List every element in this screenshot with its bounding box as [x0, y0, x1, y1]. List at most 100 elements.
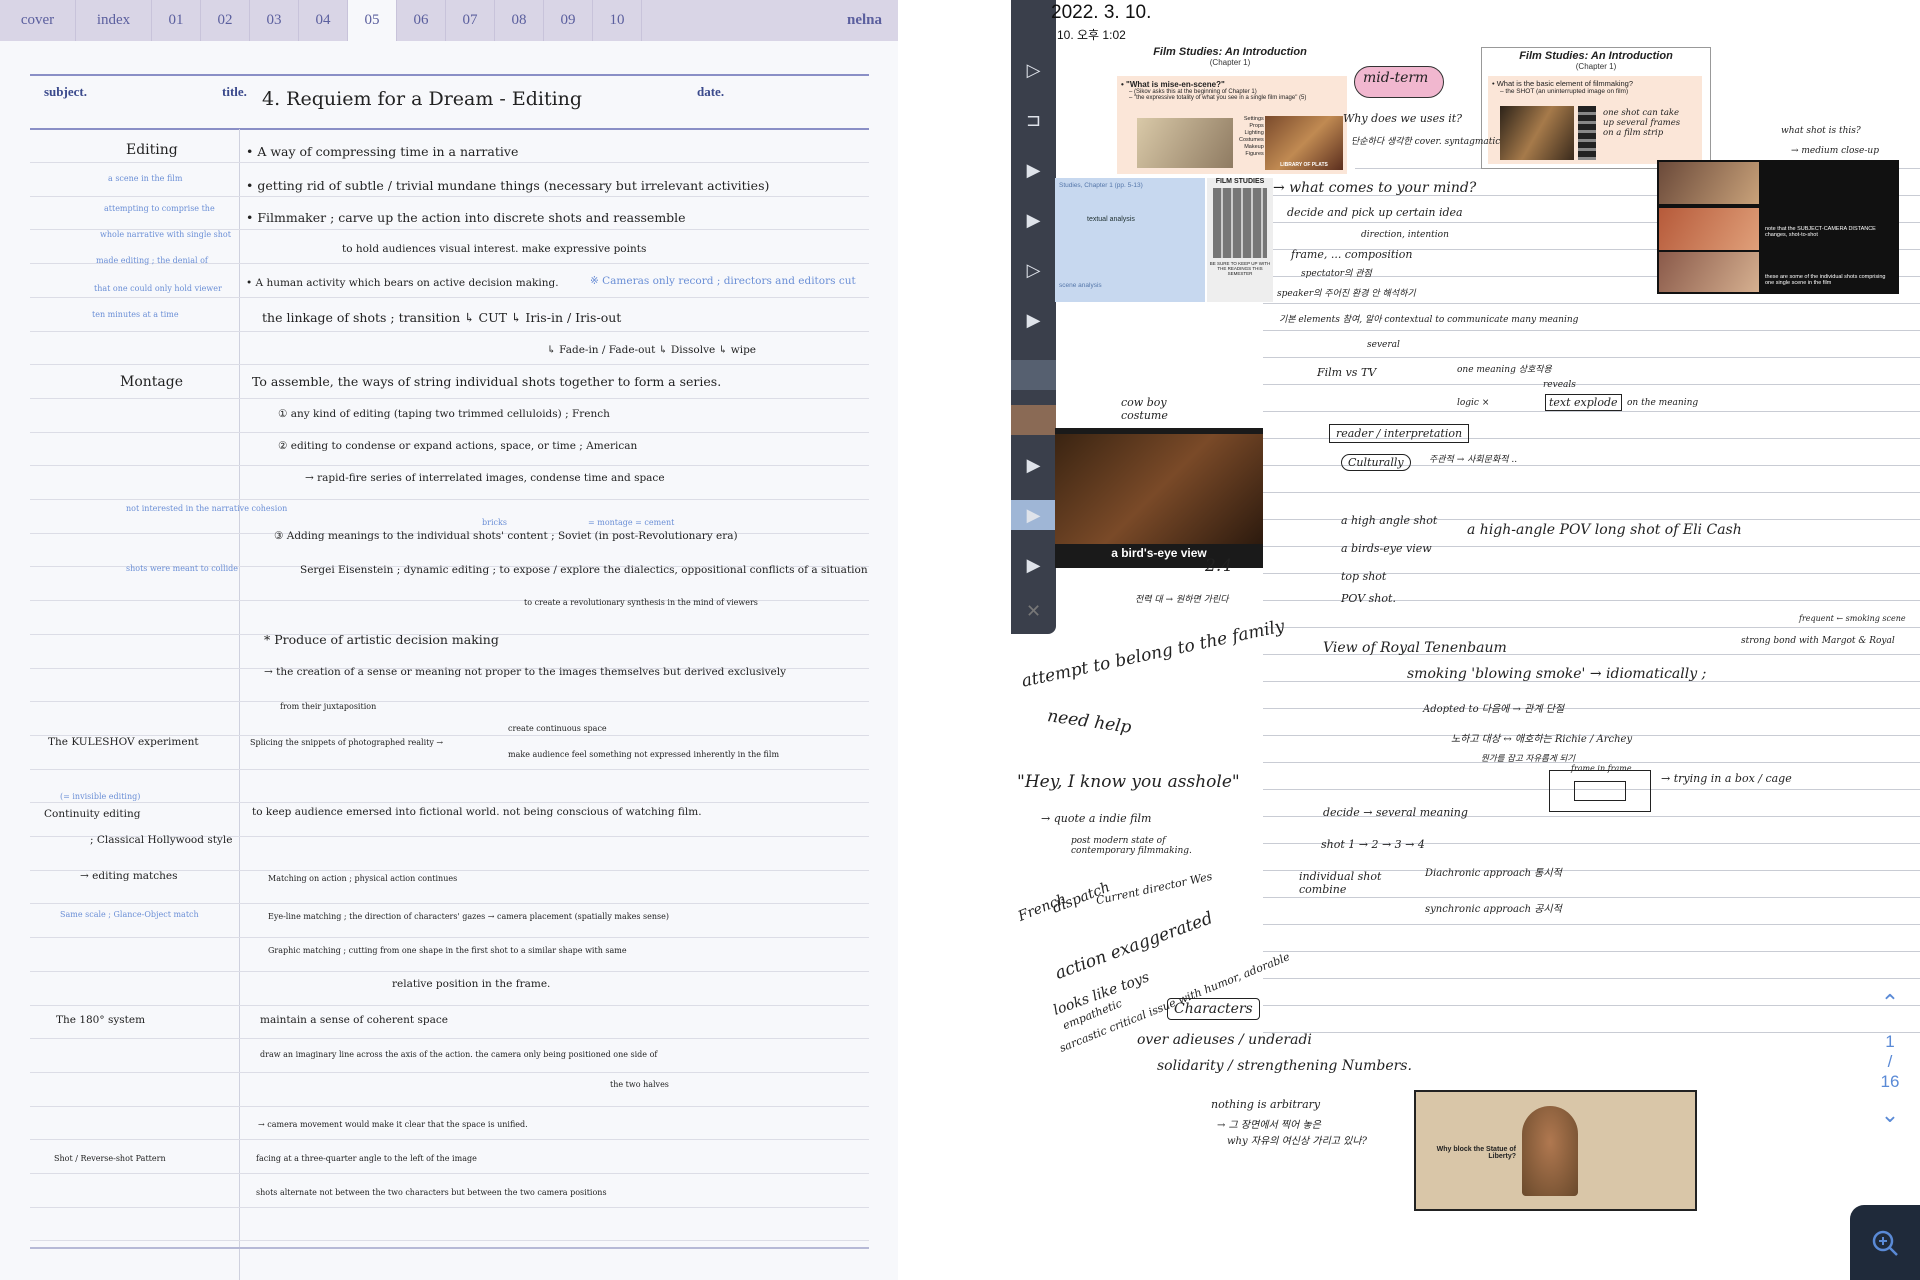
- ink-note: what shot is this?: [1781, 126, 1861, 136]
- note-line: → rapid-fire series of interrelated imag…: [305, 472, 665, 484]
- ink-note: on the meaning: [1627, 398, 1699, 408]
- down-chevron-icon[interactable]: ⌄: [1860, 1102, 1920, 1128]
- tab-05[interactable]: 05: [348, 0, 397, 41]
- tab-09[interactable]: 09: [544, 0, 593, 41]
- ink-note: logic ×: [1457, 398, 1490, 408]
- subject-label: subject.: [44, 84, 87, 99]
- tab-07[interactable]: 07: [446, 0, 495, 41]
- ink-note: a high angle shot: [1341, 514, 1438, 527]
- ink-note: shot 1 → 2 → 3 → 4: [1321, 838, 1425, 851]
- ink-note: top shot: [1341, 570, 1387, 583]
- tab-06[interactable]: 06: [397, 0, 446, 41]
- ink-note: a high-angle POV long shot of Eli Cash: [1467, 522, 1742, 538]
- tab-04[interactable]: 04: [299, 0, 348, 41]
- ink-note: cow boy costume: [1121, 396, 1168, 422]
- play-icon[interactable]: ▷: [1011, 55, 1056, 85]
- date-label: date.: [697, 84, 725, 99]
- ink-note: 노하고 대상 ↔ 애호하는 Richie / Archey: [1451, 734, 1633, 745]
- side-note: made editing ; the denial of: [96, 256, 208, 265]
- header-bottom-rule: [30, 128, 869, 130]
- note-line: • Filmmaker ; carve up the action into d…: [246, 210, 686, 225]
- note-line: make audience feel something not express…: [508, 750, 780, 759]
- side-note: that one could only hold viewer: [94, 284, 222, 293]
- ink-note: one shot can take up several frames on a…: [1603, 108, 1681, 138]
- page-indicator: ⌃ 1 / 16 ⌄: [1860, 990, 1920, 1128]
- ink-note: strong bond with Margot & Royal: [1741, 636, 1895, 646]
- ink-note: speaker의 주어진 환경 안 해석하기: [1277, 289, 1416, 299]
- ink-note: 뭔가를 잡고 자유롭게 되기: [1481, 754, 1576, 764]
- film-still: [1659, 252, 1759, 292]
- play-icon[interactable]: ▶: [1011, 450, 1056, 480]
- tab-02[interactable]: 02: [201, 0, 250, 41]
- ink-note: 전력 대 → 원하면 가린다: [1135, 595, 1229, 605]
- ruled-line: [30, 398, 869, 399]
- tab-index[interactable]: index: [76, 0, 152, 41]
- video-caption: Why block the Statue of Liberty?: [1436, 1146, 1516, 1160]
- zoom-in-icon: [1872, 1230, 1898, 1256]
- side-note: = montage = cement: [588, 518, 675, 527]
- frame-in-frame-sketch: [1549, 770, 1651, 812]
- note-line: from their juxtaposition: [280, 702, 377, 711]
- ink-note: smoking 'blowing smoke' → idiomatically …: [1407, 666, 1707, 682]
- ink-note: → medium close-up: [1791, 146, 1879, 156]
- side-note: shots were meant to collide: [126, 564, 239, 573]
- play-icon[interactable]: ▷: [1011, 255, 1056, 285]
- ruled-line: [30, 937, 869, 938]
- tab-10[interactable]: 10: [593, 0, 642, 41]
- margin-line: [239, 129, 240, 1280]
- play-icon[interactable]: ▶: [1011, 500, 1056, 530]
- lecture-slide-mise-en-scene: Film Studies: An Introduction (Chapter 1…: [1105, 46, 1355, 176]
- ink-note: spectator의 관점: [1301, 269, 1372, 279]
- ink-note: Film vs TV: [1317, 366, 1377, 379]
- play-icon[interactable]: ▶: [1011, 155, 1056, 185]
- ruled-line: [30, 701, 869, 702]
- side-note: (= invisible editing): [60, 792, 141, 801]
- slide-bullet: • What is the basic element of filmmakin…: [1492, 79, 1634, 88]
- kw-continuity: Continuity editing: [44, 808, 141, 820]
- bookmark-icon[interactable]: ⊐: [1011, 105, 1056, 135]
- ruled-line: [30, 1207, 869, 1208]
- ink-note: → trying in a box / cage: [1661, 772, 1792, 785]
- ruled-line: [1263, 411, 1920, 412]
- ink-note: 단순하다 생각한 cover. syntagmatic: [1351, 137, 1501, 147]
- page-gap: [898, 0, 1011, 1280]
- note-line: the linkage of shots ; transition ↳ CUT …: [262, 310, 622, 325]
- note-line: Matching on action ; physical action con…: [268, 874, 458, 883]
- play-icon[interactable]: ▶: [1011, 550, 1056, 580]
- tab-01[interactable]: 01: [152, 0, 201, 41]
- tab-03[interactable]: 03: [250, 0, 299, 41]
- note-line: the two halves: [610, 1080, 669, 1089]
- ruled-line: [1263, 357, 1920, 358]
- ink-note: one meaning 상호작용: [1457, 365, 1552, 375]
- note-line: facing at a three-quarter angle to the l…: [256, 1154, 477, 1163]
- ruled-line: [1263, 1032, 1920, 1033]
- ink-note: solidarity / strengthening Numbers.: [1157, 1058, 1412, 1074]
- ink-note: why 자유의 여신상 가리고 있나?: [1227, 1136, 1367, 1147]
- thumbnail-icon[interactable]: [1011, 405, 1056, 435]
- notebook-page-left: cover index 01 02 03 04 05 06 07 08 09 1…: [0, 0, 898, 1280]
- lecture-slide-shots: note that the SUBJECT-CAMERA DISTANCE ch…: [1657, 160, 1899, 294]
- ink-note: Why does we uses it?: [1343, 112, 1463, 125]
- ruled-line: [1263, 897, 1920, 898]
- zoom-in-button[interactable]: [1850, 1205, 1920, 1280]
- note-line-blue: ※ Cameras only record ; directors and ed…: [590, 275, 856, 287]
- slide-photo: [1500, 106, 1574, 160]
- ink-note: mid-term: [1363, 70, 1429, 86]
- play-icon[interactable]: ▶: [1011, 205, 1056, 235]
- note-line: ③ Adding meanings to the individual shot…: [274, 530, 738, 542]
- ruled-line: [30, 331, 869, 332]
- note-line: maintain a sense of coherent space: [260, 1014, 448, 1026]
- ink-note: 2.4: [1205, 556, 1233, 576]
- ruled-line: [30, 1005, 869, 1006]
- close-icon[interactable]: ✕: [1011, 596, 1056, 626]
- video-thumbnail[interactable]: Why block the Statue of Liberty?: [1414, 1090, 1697, 1211]
- thumbnail-icon[interactable]: [1011, 360, 1056, 390]
- film-still: [1659, 208, 1759, 250]
- tab-08[interactable]: 08: [495, 0, 544, 41]
- ruled-line: [1263, 492, 1920, 493]
- ink-note: decide and pick up certain idea: [1287, 206, 1463, 219]
- play-icon[interactable]: ▶: [1011, 305, 1056, 335]
- up-chevron-icon[interactable]: ⌃: [1860, 990, 1920, 1016]
- tab-cover[interactable]: cover: [0, 0, 76, 41]
- ruled-line: [30, 1173, 869, 1174]
